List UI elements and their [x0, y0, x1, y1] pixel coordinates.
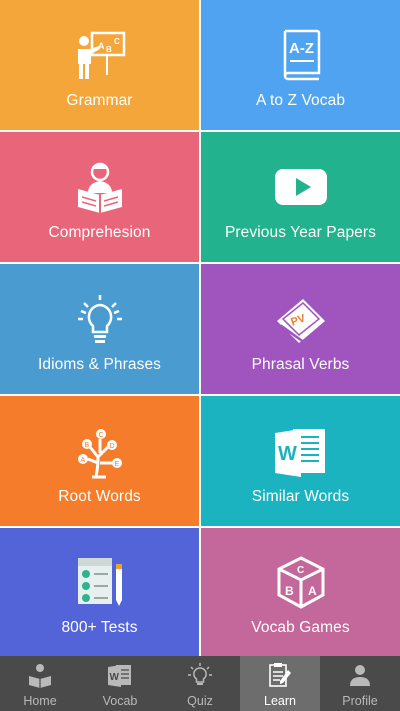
- abc-cube-icon: C B A: [273, 554, 329, 610]
- svg-text:W: W: [110, 672, 120, 683]
- svg-text:D: D: [109, 443, 114, 450]
- checklist-icon: [72, 554, 128, 610]
- tile-a-to-z-vocab[interactable]: A-Z A to Z Vocab: [201, 0, 400, 130]
- tile-label: Root Words: [58, 487, 141, 505]
- svg-text:C: C: [98, 432, 103, 439]
- tile-label: Comprehesion: [48, 223, 151, 241]
- nav-item-quiz[interactable]: Quiz: [160, 656, 240, 711]
- tile-label: Idioms & Phrases: [37, 355, 162, 373]
- svg-text:B: B: [285, 584, 294, 598]
- tile-idioms-phrases[interactable]: Idioms & Phrases: [0, 264, 199, 394]
- svg-text:E: E: [114, 461, 119, 468]
- tile-previous-year-papers[interactable]: Previous Year Papers: [201, 132, 400, 262]
- tile-label: Vocab Games: [251, 618, 350, 636]
- tile-label: Phrasal Verbs: [251, 355, 350, 373]
- word-document-icon: W: [273, 423, 329, 479]
- tile-label: Grammar: [66, 91, 133, 109]
- home-reader-icon: [27, 662, 53, 688]
- tile-comprehesion[interactable]: Comprehesion: [0, 132, 199, 262]
- svg-text:B: B: [106, 45, 112, 54]
- az-book-icon: A-Z: [273, 27, 329, 83]
- tile-label: A to Z Vocab: [255, 91, 346, 109]
- svg-text:A-Z: A-Z: [289, 40, 314, 57]
- tile-label: Similar Words: [251, 487, 350, 505]
- learn-category-grid: A B C Grammar A-Z A to Z Vocab Comprehes…: [0, 0, 400, 656]
- nav-item-profile[interactable]: Profile: [320, 656, 400, 711]
- svg-text:C: C: [297, 565, 304, 576]
- nav-label: Vocab: [102, 694, 138, 708]
- tile-grammar[interactable]: A B C Grammar: [0, 0, 199, 130]
- svg-text:A: A: [80, 457, 85, 464]
- lightbulb-icon: [72, 291, 128, 347]
- letter-tree-icon: B C D A E: [72, 423, 128, 479]
- tile-label: Previous Year Papers: [224, 223, 377, 241]
- nav-item-vocab[interactable]: W Vocab: [80, 656, 160, 711]
- nav-label: Learn: [264, 694, 296, 708]
- tile-root-words[interactable]: B C D A E Root Words: [0, 396, 199, 526]
- tile-label: 800+ Tests: [61, 618, 138, 636]
- tile-vocab-games[interactable]: C B A Vocab Games: [201, 528, 400, 656]
- nav-item-home[interactable]: Home: [0, 656, 80, 711]
- reading-person-icon: [72, 159, 128, 215]
- bulb-icon: [187, 662, 213, 688]
- svg-text:W: W: [278, 443, 297, 465]
- pv-book-icon: PV: [273, 291, 329, 347]
- tile-similar-words[interactable]: W Similar Words: [201, 396, 400, 526]
- bottom-navigation-bar: Home W Vocab Quiz Learn Profile: [0, 656, 400, 711]
- tile-phrasal-verbs[interactable]: PV Phrasal Verbs: [201, 264, 400, 394]
- teacher-board-icon: A B C: [72, 27, 128, 83]
- nav-label: Home: [23, 694, 57, 708]
- word-icon: W: [107, 662, 133, 688]
- svg-text:A: A: [308, 584, 317, 598]
- svg-text:B: B: [84, 442, 89, 449]
- nav-label: Profile: [342, 694, 378, 708]
- clipboard-pen-icon: [267, 662, 293, 688]
- nav-label: Quiz: [187, 694, 213, 708]
- tile-800-tests[interactable]: 800+ Tests: [0, 528, 199, 656]
- svg-text:C: C: [114, 37, 120, 46]
- nav-item-learn[interactable]: Learn: [240, 656, 320, 711]
- person-icon: [347, 662, 373, 688]
- play-video-icon: [273, 159, 329, 215]
